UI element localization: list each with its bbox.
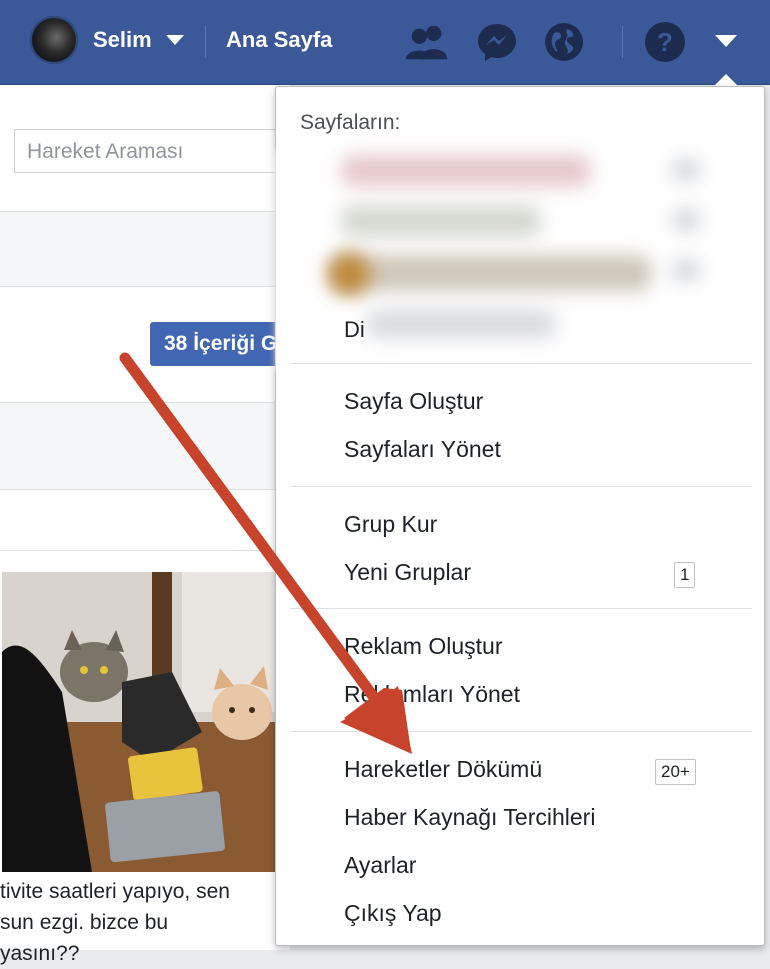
activity-search-input[interactable]: Hareket Araması: [14, 129, 276, 173]
menu-item-news-feed-preferences[interactable]: Haber Kaynağı Tercihleri: [344, 804, 595, 831]
menu-separator: [290, 486, 752, 487]
page-item-redacted[interactable]: [366, 309, 556, 339]
top-navigation-bar: Selim Ana Sayfa ?: [0, 0, 770, 85]
pages-header: Sayfaların:: [300, 111, 401, 134]
post-text: tivite saatleri yapıyo, sen sun ezgi. bi…: [0, 876, 290, 969]
globe-icon[interactable]: [542, 20, 586, 64]
help-icon[interactable]: ?: [643, 20, 687, 64]
menu-item-partial[interactable]: Di: [344, 317, 365, 343]
account-dropdown-menu: Sayfaların: Di Sayfa Oluştur Sayfaları Y…: [275, 86, 765, 946]
svg-text:?: ?: [657, 27, 673, 57]
page-badge-redacted: [671, 159, 701, 181]
page-item-redacted[interactable]: [331, 255, 651, 291]
review-content-button[interactable]: 38 İçeriği G: [150, 322, 280, 366]
post-photo[interactable]: [2, 572, 278, 872]
profile-caret-icon[interactable]: [166, 35, 184, 45]
menu-item-manage-pages[interactable]: Sayfaları Yönet: [344, 436, 501, 463]
topbar-divider: [622, 26, 623, 58]
menu-separator: [290, 731, 752, 732]
page-badge-redacted: [671, 209, 701, 231]
page-item-redacted[interactable]: [341, 155, 591, 187]
menu-separator: [290, 363, 752, 364]
topbar-divider: [205, 26, 206, 58]
activity-log-count-badge: 20+: [655, 759, 696, 785]
menu-item-create-group[interactable]: Grup Kur: [344, 511, 437, 538]
menu-item-activity-log[interactable]: Hareketler Dökümü: [344, 756, 542, 783]
divider: [0, 550, 290, 551]
menu-item-log-out[interactable]: Çıkış Yap: [344, 900, 442, 927]
post-text-line: sun ezgi. bizce bu: [0, 911, 169, 934]
avatar[interactable]: [30, 16, 78, 64]
friends-icon[interactable]: [405, 20, 449, 64]
page-item-redacted[interactable]: [341, 205, 541, 237]
menu-item-settings[interactable]: Ayarlar: [344, 852, 416, 879]
menu-item-new-groups[interactable]: Yeni Gruplar: [344, 559, 471, 586]
section-band: [0, 402, 290, 490]
profile-name-link[interactable]: Selim: [93, 29, 152, 51]
menu-item-manage-ads[interactable]: Reklamları Yönet: [344, 681, 520, 708]
page-badge-redacted: [671, 259, 701, 281]
page-avatar-redacted: [328, 253, 370, 295]
menu-item-create-ad[interactable]: Reklam Oluştur: [344, 633, 502, 660]
filter-band: [0, 211, 290, 287]
new-groups-count-badge: 1: [674, 562, 696, 588]
home-link[interactable]: Ana Sayfa: [226, 29, 332, 51]
menu-separator: [290, 608, 752, 609]
post-text-line: tivite saatleri yapıyo, sen: [0, 880, 230, 903]
post-text-line: yasını??: [0, 942, 80, 965]
messenger-icon[interactable]: [475, 20, 519, 64]
menu-item-create-page[interactable]: Sayfa Oluştur: [344, 388, 483, 415]
account-menu-caret-icon[interactable]: [715, 35, 737, 47]
